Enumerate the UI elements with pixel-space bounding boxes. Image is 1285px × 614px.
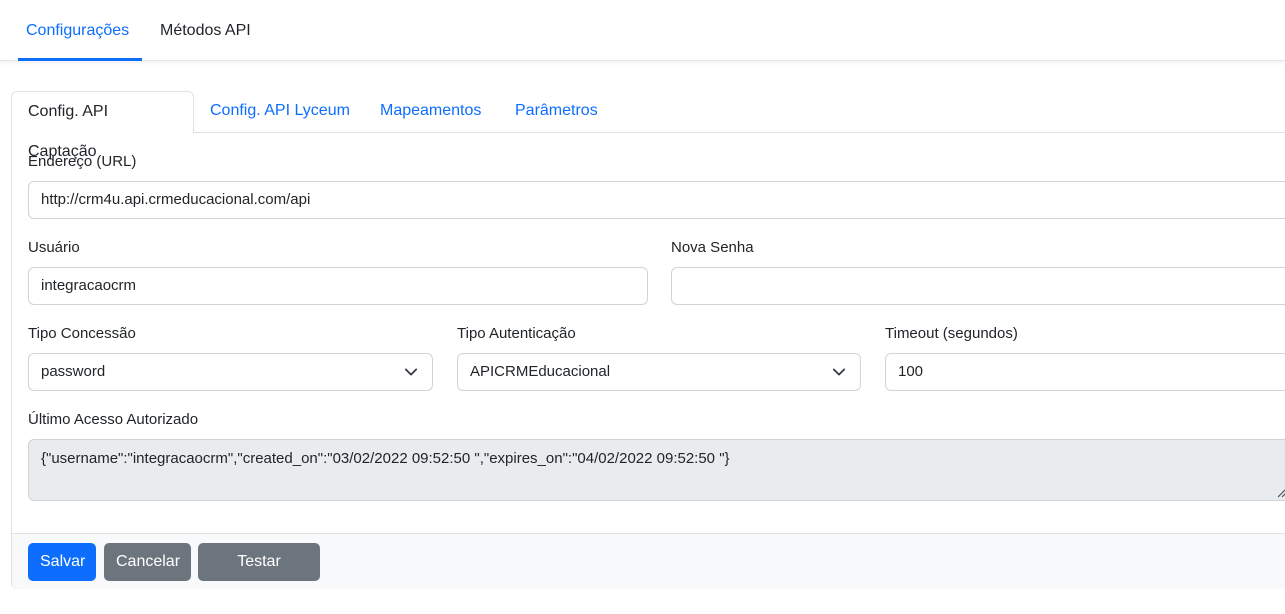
ultimo-acesso-value: {"username":"integracaocrm","created_on"… [41,450,730,467]
tab-metodos-api[interactable]: Métodos API [152,0,259,61]
save-button[interactable]: Salvar [28,543,96,581]
tipo-concessao-label: Tipo Concessão [28,325,136,342]
tab-configuracoes[interactable]: Configurações [18,0,142,61]
test-access-button[interactable]: Testar Acesso [198,543,320,608]
ultimo-acesso-label: Último Acesso Autorizado [28,411,199,428]
resize-grip-icon[interactable] [1277,488,1285,498]
card-footer: Salvar Cancelar Testar Acesso [12,533,1285,608]
tipo-autenticacao-value: APICRMEducacional [470,363,611,380]
nova-senha-input[interactable] [671,267,1285,305]
subtab-config-api-captacao[interactable]: Config. API Captação [11,91,194,160]
tipo-autenticacao-label: Tipo Autenticação [457,325,576,342]
tipo-concessao-select[interactable]: password [28,353,433,391]
tipo-concessao-value: password [41,363,106,380]
subtab-mapeamentos[interactable]: Mapeamentos [364,91,497,133]
timeout-label: Timeout (segundos) [885,325,1018,342]
url-label: Endereço (URL) [28,153,137,170]
chevron-down-icon [404,368,418,376]
timeout-input[interactable]: 100 [885,353,1285,391]
url-input[interactable]: http://crm4u.api.crmeducacional.com/api [28,181,1285,219]
subtab-parametros[interactable]: Parâmetros [499,91,614,133]
chevron-down-icon [832,368,846,376]
usuario-input[interactable]: integracaocrm [28,267,648,305]
subtabs-bar: Config. API Captação Config. API Lyceum … [11,91,1285,160]
subtab-config-api-lyceum[interactable]: Config. API Lyceum [194,91,366,133]
usuario-label: Usuário [28,239,80,256]
cancel-button[interactable]: Cancelar [104,543,191,581]
top-navigation: Configurações Métodos API [0,0,1285,61]
ultimo-acesso-textarea: {"username":"integracaocrm","created_on"… [28,439,1285,501]
tipo-autenticacao-select[interactable]: APICRMEducacional [457,353,861,391]
nova-senha-label: Nova Senha [671,239,754,256]
config-card: Endereço (URL) http://crm4u.api.crmeduca… [11,133,1285,608]
